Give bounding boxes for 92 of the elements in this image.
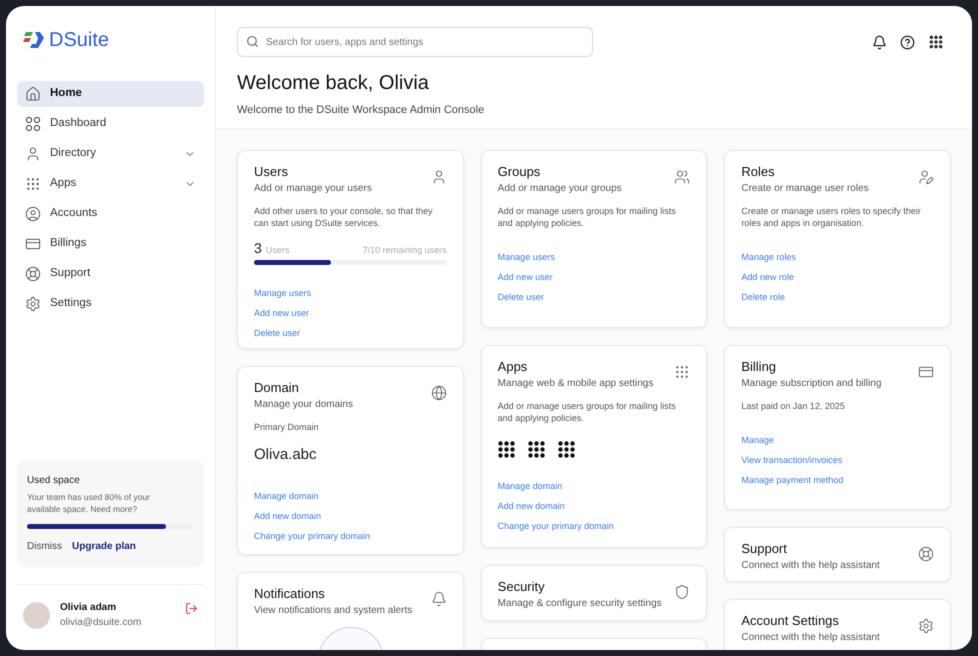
app-grid-icon <box>528 440 545 458</box>
card-link[interactable]: Change your primary domain <box>254 530 370 542</box>
card-subtitle: Add or manage your groups <box>498 182 623 196</box>
sidebar-item[interactable]: Settings <box>17 291 204 317</box>
sidebar-item[interactable]: Directory <box>17 141 204 167</box>
card-link[interactable]: Add new user <box>254 306 310 318</box>
house-icon <box>25 86 41 102</box>
card-subtitle: Manage your domains <box>254 398 354 412</box>
card-subtitle: View notifications and system alerts <box>254 604 414 618</box>
page-subtitle: Welcome to the DSuite Workspace Admin Console <box>237 103 486 118</box>
sidebar-item[interactable]: Support <box>17 261 204 287</box>
card-link[interactable]: View transaction/invoices <box>741 454 842 466</box>
grid-icon <box>674 364 690 380</box>
logo-icon <box>22 30 46 50</box>
card-description: Add or manage users groups for mailing lists and applying policies. <box>498 400 677 424</box>
app-grid-icon <box>498 440 515 458</box>
lifebuoy-icon <box>918 546 934 562</box>
sidebar-item[interactable]: Billings <box>17 231 204 257</box>
card-link[interactable]: Manage <box>741 434 774 446</box>
help-icon[interactable] <box>900 34 915 50</box>
sidebar-item[interactable]: Dashboard <box>17 111 204 137</box>
bell-icon[interactable] <box>872 34 887 50</box>
card-link[interactable]: Change your primary domain <box>498 520 614 532</box>
card-description: Create or manage users roles to specify their roles and apps in organisation. <box>741 204 922 228</box>
card-link[interactable]: Add new user <box>498 270 553 282</box>
sidebar-item[interactable]: Home <box>17 81 204 107</box>
dismiss-button[interactable]: Dismiss <box>27 539 62 554</box>
card-link[interactable]: Delete user <box>254 326 300 338</box>
user-email: olivia@dsuite.com <box>60 616 142 630</box>
dashboard-icon <box>25 116 41 132</box>
card-link[interactable]: Add new domain <box>498 500 565 512</box>
card-description: Add or manage users groups for mailing lists and applying policies. <box>498 204 677 228</box>
card-subtitle: Create or manage user roles <box>741 182 870 196</box>
card-link[interactable]: Manage domain <box>498 480 562 492</box>
avatar <box>23 602 50 628</box>
settings-icon <box>918 618 934 634</box>
storage-text: Your team has used 80% of your available space. Need more? <box>27 491 152 515</box>
card-subtitle: Add or manage your users <box>254 182 373 196</box>
card-subtitle: Connect with the help assistant <box>741 630 881 644</box>
app-grid-icon <box>558 440 575 458</box>
card-link[interactable]: Delete role <box>741 290 785 302</box>
logout-icon[interactable] <box>185 602 198 615</box>
card-subtitle: Connect with the help assistant <box>741 558 881 572</box>
card-link[interactable]: Delete user <box>498 290 544 302</box>
bell-icon <box>430 590 447 606</box>
grid-icon[interactable] <box>928 34 944 50</box>
field-label: Last paid on Jan 12, 2025 <box>741 400 846 412</box>
card-icon <box>25 236 41 252</box>
card-subtitle: Manage subscription and billing <box>741 376 882 390</box>
card-title: Security <box>498 578 546 596</box>
card-link[interactable]: Manage roles <box>741 250 796 262</box>
card-title: Roles <box>741 162 776 180</box>
user-icon <box>25 146 41 162</box>
remaining-text: 7/10 remaining users <box>362 244 447 256</box>
sidebar-item[interactable]: Apps <box>17 171 204 197</box>
sidebar-item[interactable]: Accounts <box>17 201 204 227</box>
card-link[interactable]: Manage domain <box>254 490 319 502</box>
card-link[interactable]: Manage users <box>254 286 312 298</box>
card-link[interactable]: Add new role <box>741 270 794 282</box>
card-subtitle: Manage web & mobile app settings <box>498 376 654 390</box>
storage-title: Used space <box>27 474 81 488</box>
card-link[interactable]: Manage users <box>498 250 555 262</box>
card-title: Billing <box>741 358 778 376</box>
card-title: Notifications <box>254 584 326 602</box>
card-title: Users <box>254 162 289 180</box>
user-circle-icon <box>25 206 41 222</box>
card-title: Groups <box>498 162 542 180</box>
page-title: Welcome back, Olivia <box>237 71 430 96</box>
user-name: Olivia adam <box>60 601 118 615</box>
lifebuoy-icon <box>25 266 41 282</box>
shield-icon <box>674 584 690 600</box>
domain-value: Oliva.abc <box>254 444 318 464</box>
card-description: Add other users to your console, so that they can start using DSuite services. <box>254 204 434 228</box>
upgrade-button[interactable]: Upgrade plan <box>72 539 136 554</box>
card-title: Domain <box>254 378 300 396</box>
users-icon <box>674 168 690 184</box>
card-title: Apps <box>498 358 528 376</box>
count-unit: Users <box>266 244 290 256</box>
card-subtitle: Manage & configure security settings <box>498 596 663 610</box>
card-title: Account Settings <box>741 612 840 630</box>
grid-icon <box>25 176 41 192</box>
field-label: Primary Domain <box>254 420 320 432</box>
globe-icon <box>430 384 447 400</box>
card-link[interactable]: Manage payment method <box>741 474 844 486</box>
card-title: Support <box>741 540 788 558</box>
user-pen-icon <box>918 168 934 184</box>
search-icon <box>246 35 259 48</box>
settings-icon <box>25 296 41 312</box>
card-link[interactable]: Add new domain <box>254 510 322 522</box>
logo-text: DSuite <box>49 28 110 52</box>
search-field[interactable]: Search for users, apps and settings <box>237 27 593 57</box>
user-count: 3 <box>254 240 262 256</box>
